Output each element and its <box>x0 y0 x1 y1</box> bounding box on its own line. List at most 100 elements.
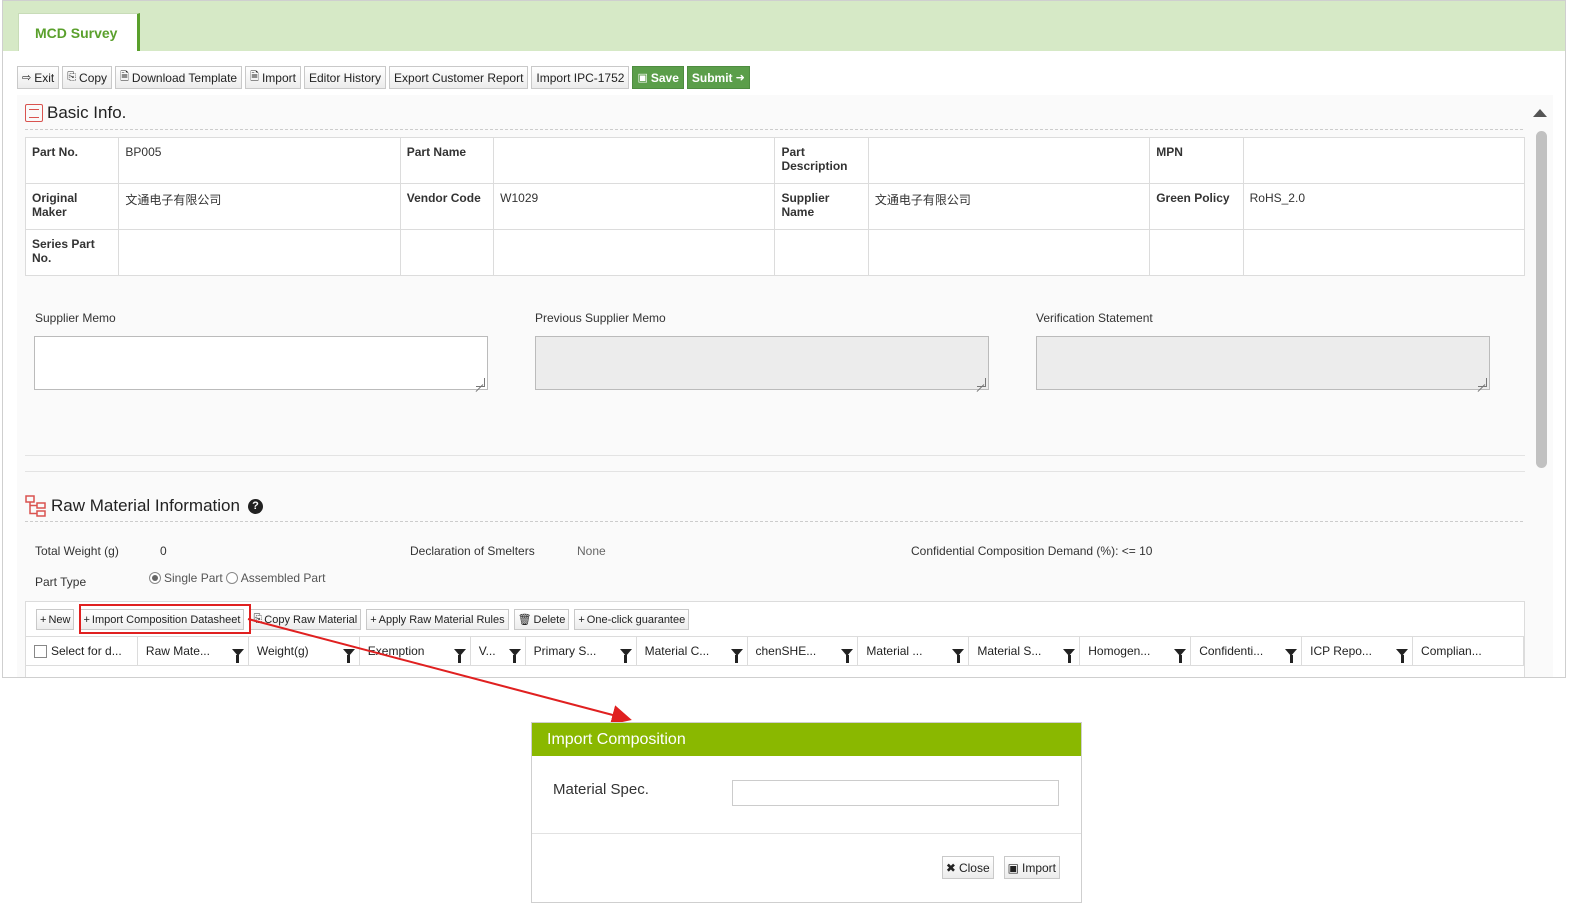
dialog-buttons: ✖ Close ▣ Import <box>941 856 1060 879</box>
column-label: V... <box>478 644 496 658</box>
column-icp-report[interactable]: ICP Repo... <box>1302 637 1414 665</box>
close-button[interactable]: ✖ Close <box>941 856 994 879</box>
export-customer-report-button[interactable]: Export Customer Report <box>389 66 529 89</box>
select-all-checkbox[interactable] <box>34 644 47 658</box>
column-v[interactable]: V... <box>471 637 526 665</box>
column-homogeneous[interactable]: Homogen... <box>1080 637 1192 665</box>
exit-label: Exit <box>34 70 55 85</box>
editor-history-button[interactable]: Editor History <box>303 66 387 89</box>
column-exemption[interactable]: Exemption <box>360 637 471 665</box>
plus-icon: + <box>370 613 377 626</box>
resize-grip-icon[interactable] <box>476 378 485 387</box>
submit-button[interactable]: Submit ➜ <box>686 66 750 89</box>
previous-supplier-memo-textarea <box>535 336 989 390</box>
column-label: Weight(g) <box>256 644 309 658</box>
divider <box>25 521 1523 522</box>
smelters-label: Declaration of Smelters <box>410 544 535 558</box>
one-click-label: One-click guarantee <box>586 613 686 626</box>
original-maker-label: Original Maker <box>24 183 120 230</box>
column-select[interactable]: Select for d... <box>26 637 138 665</box>
filter-icon[interactable] <box>453 648 466 663</box>
column-compliance[interactable]: Complian... <box>1413 637 1524 665</box>
new-button[interactable]: + New <box>36 609 75 630</box>
column-label: ICP Repo... <box>1310 644 1372 658</box>
copy-icon: ⎘ <box>253 613 263 625</box>
empty-cell <box>1149 229 1244 276</box>
form-content: Basic Info. Part No. BP005 Part Name Par… <box>17 95 1553 677</box>
list-icon <box>25 104 43 122</box>
column-chenshe[interactable]: chenSHE... <box>748 637 859 665</box>
help-icon[interactable]: ? <box>247 498 263 514</box>
series-part-no-label: Series Part No. <box>24 229 120 276</box>
empty-cell <box>867 229 1151 276</box>
one-click-guarantee-button[interactable]: + One-click guarantee <box>574 609 690 630</box>
delete-label: Delete <box>533 613 566 626</box>
total-weight-value: 0 <box>160 544 167 558</box>
material-spec-label: Material Spec. <box>553 781 649 798</box>
close-icon: ✖ <box>945 860 956 875</box>
column-confidential[interactable]: Confidenti... <box>1191 637 1303 665</box>
part-no-value: BP005 <box>118 137 401 184</box>
import-composition-dialog: Import Composition Material Spec. ✖ Close… <box>531 722 1082 903</box>
download-template-button[interactable]: 🗎 Download Template <box>115 66 243 89</box>
supplier-memo-textarea[interactable] <box>34 336 488 390</box>
column-primary-substance[interactable]: Primary S... <box>526 637 637 665</box>
column-material-spec[interactable]: Material S... <box>969 637 1081 665</box>
filter-icon[interactable] <box>1174 648 1187 663</box>
filter-icon[interactable] <box>619 648 632 663</box>
divider <box>25 455 1525 456</box>
resize-grip-icon[interactable] <box>1478 378 1487 387</box>
submit-label: Submit <box>691 70 733 85</box>
resize-grip-icon[interactable] <box>977 378 986 387</box>
previous-supplier-memo-label: Previous Supplier Memo <box>535 311 666 325</box>
delete-button[interactable]: 🗑 Delete <box>513 609 570 630</box>
column-label: Complian... <box>1421 644 1482 658</box>
scroll-up-icon[interactable] <box>1533 109 1547 117</box>
exit-button[interactable]: ⇨ Exit <box>17 66 60 89</box>
filter-icon[interactable] <box>952 648 965 663</box>
scrollbar-thumb[interactable] <box>1536 131 1547 468</box>
material-spec-input[interactable] <box>732 780 1059 806</box>
filter-icon[interactable] <box>508 648 521 663</box>
column-material[interactable]: Material ... <box>858 637 970 665</box>
apply-rules-button[interactable]: + Apply Raw Material Rules <box>366 609 509 630</box>
verification-statement-textarea <box>1036 336 1490 390</box>
dialog-import-button[interactable]: ▣ Import <box>1003 856 1060 879</box>
green-policy-link[interactable]: RoHS_2.0 <box>1242 183 1526 230</box>
copy-button[interactable]: ⎘ Copy <box>62 66 113 89</box>
column-weight[interactable]: Weight(g) <box>249 637 360 665</box>
filter-icon[interactable] <box>1063 648 1076 663</box>
column-label: Homogen... <box>1088 644 1151 658</box>
filter-icon[interactable] <box>841 648 854 663</box>
part-description-label: Part Description <box>774 137 869 184</box>
column-material-category[interactable]: Material C... <box>637 637 748 665</box>
divider <box>25 471 1525 472</box>
empty-cell <box>493 229 776 276</box>
vendor-code-label: Vendor Code <box>399 183 495 230</box>
filter-icon[interactable] <box>231 648 244 663</box>
part-description-value <box>867 137 1151 184</box>
copy-label: Copy <box>79 70 108 85</box>
main-toolbar: ⇨ Exit ⎘ Copy 🗎 Download Template 🗎 Import E… <box>17 66 750 89</box>
filter-icon[interactable] <box>730 648 743 663</box>
column-raw-material[interactable]: Raw Mate... <box>138 637 249 665</box>
assembled-part-radio[interactable] <box>225 572 238 584</box>
part-type-options: Single Part Assembled Part <box>149 571 325 585</box>
tab-mcd-survey[interactable]: MCD Survey <box>18 13 140 51</box>
original-maker-value: 文通电子有限公司 <box>118 183 401 230</box>
highlight-box <box>79 604 251 634</box>
single-part-radio[interactable] <box>149 572 161 584</box>
apply-rules-label: Apply Raw Material Rules <box>378 613 505 626</box>
save-icon: ▣ <box>1007 860 1019 875</box>
raw-material-title: Raw Material Information <box>51 496 240 515</box>
filter-icon[interactable] <box>1285 648 1298 663</box>
save-button[interactable]: ▣ Save <box>632 66 684 89</box>
filter-icon[interactable] <box>1396 648 1409 663</box>
filter-icon[interactable] <box>342 648 355 663</box>
supplier-memo-label: Supplier Memo <box>35 311 116 325</box>
copy-raw-material-button[interactable]: ⎘ Copy Raw Material <box>249 609 362 630</box>
import-ipc-button[interactable]: Import IPC-1752 <box>531 66 630 89</box>
total-weight-label: Total Weight (g) <box>35 544 119 558</box>
divider <box>25 129 1523 130</box>
import-button[interactable]: 🗎 Import <box>245 66 301 89</box>
